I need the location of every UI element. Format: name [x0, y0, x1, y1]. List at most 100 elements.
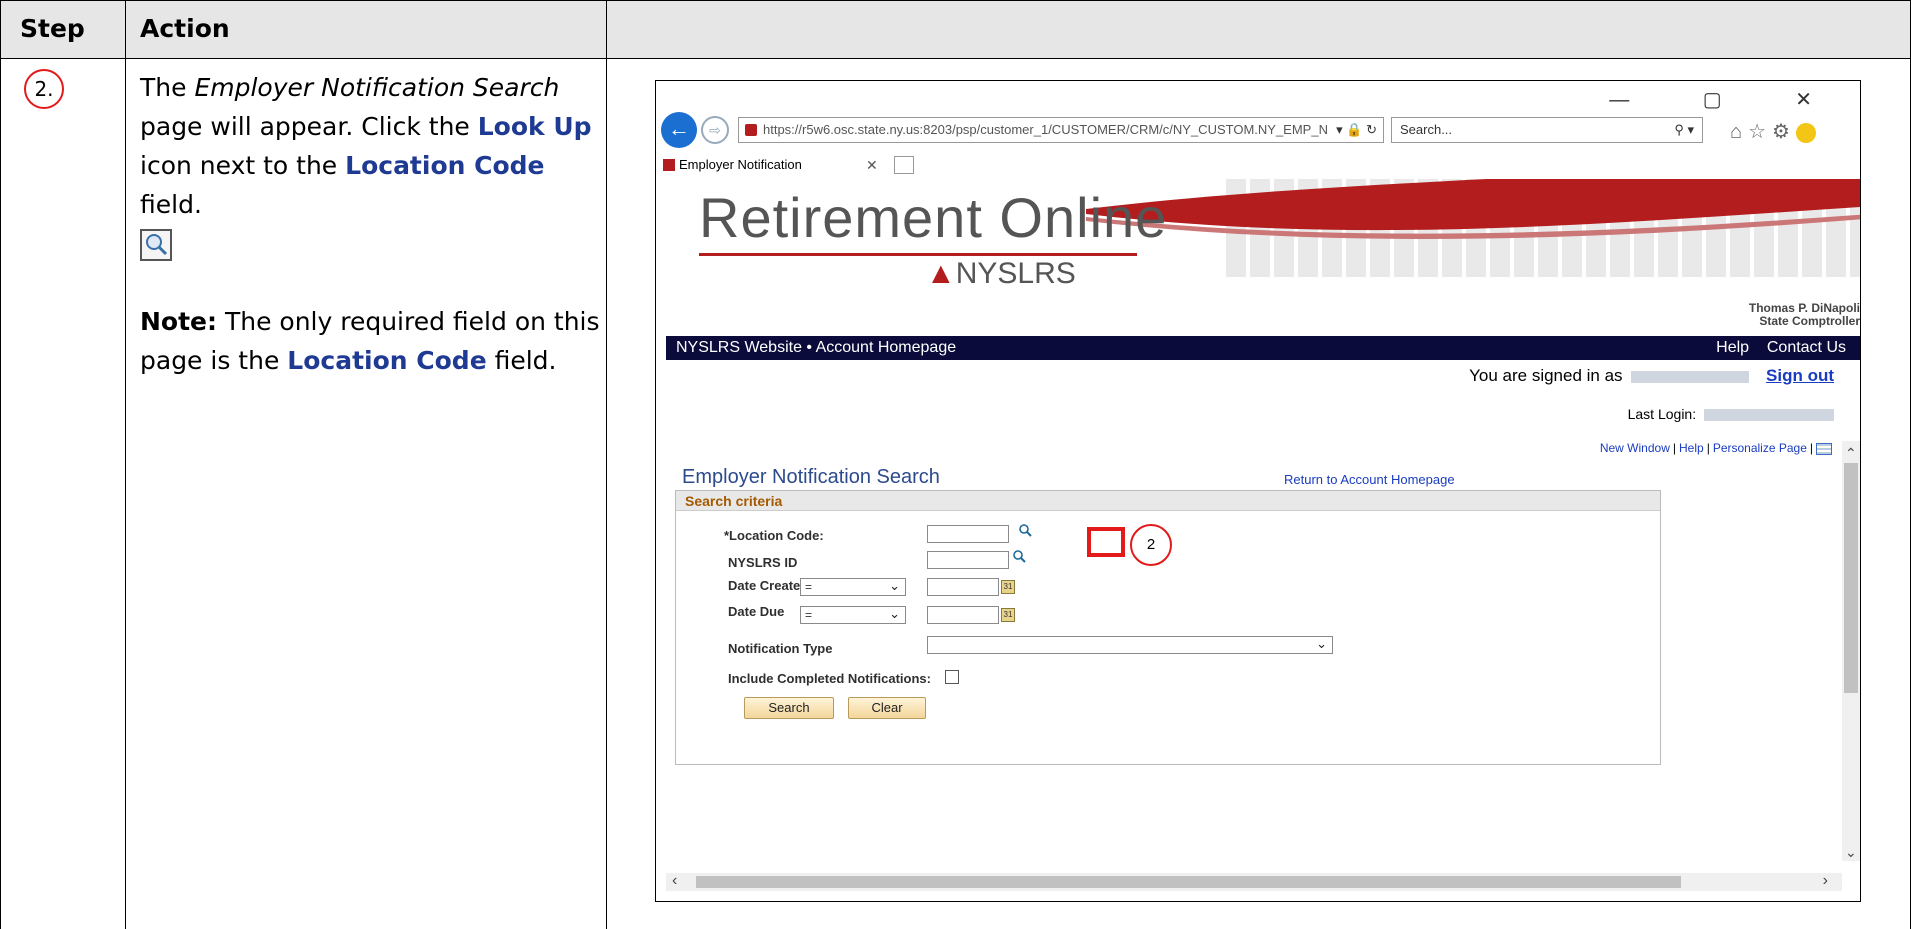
- header-step: Step: [20, 14, 85, 43]
- page-help-link[interactable]: Help: [1679, 441, 1704, 455]
- scroll-up-icon[interactable]: ⌃: [1845, 445, 1857, 462]
- forward-arrow-icon[interactable]: ⇨: [701, 116, 729, 144]
- user-name-redacted: [1631, 370, 1750, 383]
- date-due-operator[interactable]: = ⌄: [800, 606, 906, 624]
- table-divider-action: [606, 0, 607, 929]
- search-criteria-header: Search criteria: [676, 491, 1660, 511]
- tab-title: Employer Notification: [679, 157, 802, 172]
- browser-screenshot: — ▢ ✕ ← ⇨ https://r5w6.osc.state.ny.us:8…: [655, 80, 1861, 902]
- sign-out-link[interactable]: Sign out: [1766, 366, 1834, 385]
- browser-search-input[interactable]: Search... ⚲ ▾: [1391, 117, 1703, 143]
- nav-contact-link[interactable]: Contact Us: [1767, 339, 1846, 356]
- page-links: New Window | Help | Personalize Page |: [1600, 441, 1832, 455]
- note-keyword-location-code: Location Code: [287, 346, 487, 375]
- action-page-name: Employer Notification Search: [194, 73, 560, 102]
- signed-in-line: You are signed in as Sign out: [1469, 366, 1834, 386]
- page-title: Employer Notification Search: [682, 466, 940, 488]
- action-text-part: field.: [140, 190, 202, 219]
- nav-right-links: Help Contact Us: [1716, 336, 1846, 360]
- last-login-redacted: [1704, 409, 1834, 422]
- action-keyword-location-code: Location Code: [345, 151, 545, 180]
- include-completed-label: Include Completed Notifications:: [728, 671, 931, 686]
- include-completed-checkbox[interactable]: [945, 670, 959, 684]
- scroll-left-icon[interactable]: ‹: [672, 872, 677, 890]
- site-logo-text: Retirement Online: [699, 186, 1168, 249]
- vertical-scroll-thumb[interactable]: [1844, 463, 1858, 693]
- site-banner: Retirement Online ▲NYSLRS: [666, 179, 1860, 309]
- banner-swoosh: [1086, 179, 1860, 239]
- url-controls[interactable]: ▾ 🔒 ↻: [1336, 118, 1377, 142]
- search-criteria-box: Search criteria *Location Code: NYSLRS I…: [675, 490, 1661, 765]
- nav-left-links[interactable]: NYSLRS Website • Account Homepage: [676, 336, 956, 360]
- comptroller-title: State Comptroller: [1759, 314, 1860, 328]
- location-code-label: *Location Code:: [724, 528, 824, 543]
- site-nav-bar: NYSLRS Website • Account Homepage Help C…: [666, 336, 1860, 360]
- return-homepage-link[interactable]: Return to Account Homepage: [1284, 472, 1455, 487]
- action-text: The Employer Notification Search page wi…: [140, 68, 600, 380]
- browser-toolbar-icons: ⌂☆⚙: [1730, 119, 1816, 144]
- lookup-highlight-box: [1087, 527, 1125, 557]
- header-action: Action: [140, 14, 230, 43]
- nyslrs-logo: ▲NYSLRS: [926, 257, 1076, 290]
- location-code-input[interactable]: [927, 525, 1009, 543]
- nyslrs-id-input[interactable]: [927, 551, 1009, 569]
- logo-underline: [699, 253, 1137, 256]
- vertical-scrollbar[interactable]: ⌃ ⌄: [1842, 441, 1860, 861]
- new-tab-icon[interactable]: [894, 156, 914, 174]
- horizontal-scrollbar[interactable]: ‹ ›: [666, 872, 1842, 891]
- search-icon[interactable]: ⚲ ▾: [1674, 118, 1694, 142]
- back-arrow-icon[interactable]: ←: [661, 112, 697, 148]
- personalize-page-link[interactable]: Personalize Page: [1713, 441, 1807, 455]
- table-divider-step: [125, 0, 126, 929]
- notification-type-select[interactable]: ⌄: [927, 636, 1333, 654]
- horizontal-scroll-thumb[interactable]: [696, 876, 1681, 888]
- spreadsheet-icon[interactable]: [1816, 442, 1832, 455]
- browser-search-placeholder: Search...: [1400, 122, 1453, 137]
- browser-tab[interactable]: Employer Notification: [661, 153, 802, 177]
- action-text-part: The: [140, 73, 195, 102]
- note-label: Note:: [140, 307, 218, 336]
- chevron-down-icon: ⌄: [1316, 636, 1327, 651]
- callout-number: 2: [1130, 524, 1172, 566]
- clear-button[interactable]: Clear: [848, 697, 926, 719]
- nyslrs-id-lookup-icon[interactable]: [1012, 549, 1026, 566]
- table-border-left: [0, 0, 1, 929]
- nav-help-link[interactable]: Help: [1716, 339, 1749, 356]
- scroll-right-icon[interactable]: ›: [1823, 872, 1828, 890]
- date-due-input[interactable]: [927, 606, 999, 624]
- action-text-part: icon next to the: [140, 151, 346, 180]
- location-code-lookup-icon[interactable]: [1018, 523, 1032, 540]
- home-icon[interactable]: ⌂: [1730, 121, 1748, 143]
- scroll-down-icon[interactable]: ⌄: [1845, 844, 1857, 861]
- calendar-icon[interactable]: 31: [1001, 580, 1015, 594]
- calendar-icon[interactable]: 31: [1001, 608, 1015, 622]
- step-number-circle: 2.: [24, 69, 64, 109]
- tab-close-icon[interactable]: ✕: [866, 153, 878, 177]
- chevron-down-icon: ⌄: [889, 578, 900, 593]
- action-text-part: page will appear. Click the: [140, 112, 478, 141]
- nyslrs-logo-text: NYSLRS: [955, 257, 1076, 290]
- date-created-input[interactable]: [927, 578, 999, 596]
- url-text: https://r5w6.osc.state.ny.us:8203/psp/cu…: [763, 122, 1328, 137]
- feedback-smiley-icon[interactable]: [1795, 122, 1816, 143]
- settings-gear-icon[interactable]: ⚙: [1772, 121, 1796, 143]
- favorites-star-icon[interactable]: ☆: [1748, 121, 1772, 143]
- signed-in-label: You are signed in as: [1469, 366, 1623, 385]
- tab-favicon-icon: [663, 159, 675, 171]
- date-created-operator[interactable]: = ⌄: [800, 578, 906, 596]
- comptroller-credit: Thomas P. DiNapoli State Comptroller: [1749, 302, 1860, 328]
- table-header-row: [0, 0, 1911, 59]
- new-window-link[interactable]: New Window: [1600, 441, 1670, 455]
- date-created-label: Date Created: [728, 578, 809, 593]
- date-due-label: Date Due: [728, 604, 785, 619]
- search-button[interactable]: Search: [744, 697, 834, 719]
- note-text: field.: [486, 346, 557, 375]
- date-due-operator-value: =: [805, 608, 813, 622]
- notification-type-label: Notification Type: [728, 641, 833, 656]
- last-login-label: Last Login:: [1627, 406, 1697, 422]
- action-keyword-lookup: Look Up: [477, 112, 592, 141]
- chevron-down-icon: ⌄: [889, 606, 900, 621]
- nyslrs-id-label: NYSLRS ID: [728, 555, 798, 570]
- url-bar[interactable]: https://r5w6.osc.state.ny.us:8203/psp/cu…: [738, 117, 1384, 143]
- site-favicon-icon: [745, 124, 757, 136]
